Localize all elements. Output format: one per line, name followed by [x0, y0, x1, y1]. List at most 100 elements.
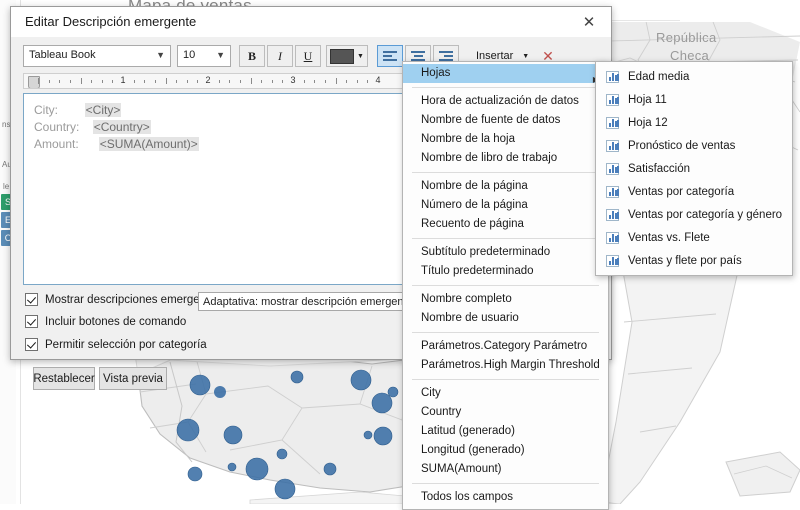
menu-separator	[412, 285, 599, 286]
underline-button[interactable]: U	[295, 45, 321, 67]
ruler-tick	[229, 80, 231, 83]
ruler-tick	[101, 80, 103, 83]
ruler-tick	[38, 78, 39, 84]
ruler-tick	[367, 80, 369, 83]
menu-item-nombre-de-la-hoja[interactable]: Nombre de la hoja	[403, 130, 608, 149]
font-size-value: 10	[183, 49, 196, 61]
menu-item-par-metros-category-par-metro[interactable]: Parámetros.Category Parámetro	[403, 337, 608, 356]
menu-item-label: SUMA(Amount)	[421, 463, 502, 475]
menu-item-t-tulo-predeterminado[interactable]: Título predeterminado	[403, 262, 608, 281]
ruler-number: 3	[290, 75, 296, 85]
tooltip-field-token[interactable]: <Country>	[92, 120, 151, 134]
sheet-item-hoja-11[interactable]: Hoja 11	[596, 88, 792, 111]
ruler-tick	[250, 78, 252, 84]
menu-item-label: Country	[421, 406, 462, 418]
bar-chart-icon	[606, 254, 619, 267]
ruler-tick	[133, 80, 135, 83]
tooltip-line-gap	[79, 137, 99, 151]
menu-item-nombre-completo[interactable]: Nombre completo	[403, 290, 608, 309]
insert-dropdown-menu[interactable]: Hojas▶ Hora de actualización de datos Nomb…	[402, 61, 609, 510]
menu-item-n-mero-de-la-p-gina[interactable]: Número de la página	[403, 196, 608, 215]
menu-item-subt-tulo-predeterminado[interactable]: Subtítulo predeterminado	[403, 243, 608, 262]
menu-item-label: Nombre de libro de trabajo	[421, 152, 558, 164]
menu-item-hojas[interactable]: Hojas▶	[403, 64, 608, 84]
menu-item-label: Recuento de página	[421, 218, 524, 230]
tooltip-field-token[interactable]: <SUMA(Amount)>	[98, 137, 199, 151]
menu-separator	[412, 238, 599, 239]
font-family-select[interactable]: Tableau Book ▼	[23, 45, 171, 67]
sheet-item-pron-stico-de-ventas[interactable]: Pronóstico de ventas	[596, 134, 792, 157]
allow-category-selection-checkbox[interactable]: Permitir selección por categoría	[25, 338, 207, 351]
sheet-item-ventas-vs-flete[interactable]: Ventas vs. Flete	[596, 226, 792, 249]
dialog-titlebar: Editar Descripción emergente ✕	[11, 7, 611, 38]
sheet-item-label: Hoja 12	[628, 116, 668, 129]
menu-separator	[412, 379, 599, 380]
font-size-select[interactable]: 10 ▼	[177, 45, 231, 67]
ruler-tick	[91, 80, 93, 83]
preview-button[interactable]: Vista previa	[99, 367, 167, 390]
include-command-buttons-checkbox[interactable]: Incluir botones de comando	[25, 315, 186, 328]
menu-item-label: Nombre de la página	[421, 180, 528, 192]
sheet-item-ventas-por-categor-a[interactable]: Ventas por categoría	[596, 180, 792, 203]
ruler-number: 1	[120, 75, 126, 85]
allow-category-selection-label: Permitir selección por categoría	[45, 338, 207, 351]
ruler-tick	[59, 80, 61, 83]
menu-item-nombre-de-usuario[interactable]: Nombre de usuario	[403, 309, 608, 328]
reset-button[interactable]: Restablecer	[33, 367, 95, 390]
font-color-button[interactable]: ▼	[326, 45, 368, 67]
menu-separator	[412, 87, 599, 88]
align-center-icon	[411, 51, 425, 61]
menu-item-suma-amount[interactable]: SUMA(Amount)	[403, 460, 608, 479]
sheet-item-ventas-por-categor-a-y-g-nero[interactable]: Ventas por categoría y género	[596, 203, 792, 226]
menu-item-city[interactable]: City	[403, 384, 608, 403]
menu-item-country[interactable]: Country	[403, 403, 608, 422]
include-command-buttons-label: Incluir botones de comando	[45, 315, 187, 328]
ruler-tick	[176, 80, 178, 83]
tooltip-line-gap	[79, 120, 92, 134]
menu-item-latitud-generado[interactable]: Latitud (generado)	[403, 422, 608, 441]
menu-item-nombre-de-fuente-de-datos[interactable]: Nombre de fuente de datos	[403, 111, 608, 130]
align-left-button[interactable]	[377, 45, 403, 67]
ruler-tick	[314, 80, 316, 83]
map-label-czechia: República	[656, 30, 717, 45]
tooltip-line-label: Amount:	[34, 137, 79, 151]
sheet-item-hoja-12[interactable]: Hoja 12	[596, 111, 792, 134]
tooltip-mode-value: Adaptativa: mostrar descripción emergent…	[203, 296, 411, 308]
menu-item-label: Subtítulo predeterminado	[421, 246, 551, 258]
show-tooltips-checkbox[interactable]: Mostrar descripciones emergentes	[25, 293, 221, 306]
sheet-item-edad-media[interactable]: Edad media	[596, 65, 792, 88]
menu-item-todos-los-campos[interactable]: Todos los campos	[403, 488, 608, 507]
menu-item-label: Nombre completo	[421, 293, 512, 305]
sheet-item-satisfacci-n[interactable]: Satisfacción	[596, 157, 792, 180]
menu-item-par-metros-high-margin-threshold[interactable]: Parámetros.High Margin Threshold	[403, 356, 608, 375]
menu-separator	[412, 483, 599, 484]
italic-button[interactable]: I	[267, 45, 293, 67]
menu-item-label: Nombre de fuente de datos	[421, 114, 561, 126]
sheet-item-ventas-y-flete-por-pa-s[interactable]: Ventas y flete por país	[596, 249, 792, 272]
ruler-tick	[303, 80, 305, 83]
menu-item-label: Parámetros.High Margin Threshold	[421, 359, 600, 371]
ruler-tick	[48, 80, 50, 83]
ruler-tick	[165, 78, 167, 84]
sheet-item-label: Ventas por categoría	[628, 185, 735, 198]
menu-item-hora-de-actualizaci-n-de-datos[interactable]: Hora de actualización de datos	[403, 92, 608, 111]
sheet-item-label: Ventas vs. Flete	[628, 231, 710, 244]
menu-item-longitud-generado[interactable]: Longitud (generado)	[403, 441, 608, 460]
sheets-submenu[interactable]: Edad media Hoja 11 Hoja 12 Pronóstico de ve…	[595, 61, 793, 276]
tooltip-field-token[interactable]: <City>	[84, 103, 122, 117]
sheet-item-label: Edad media	[628, 70, 690, 83]
bold-button[interactable]: B	[239, 45, 265, 67]
ruler-tick	[69, 80, 71, 83]
menu-item-label: Título predeterminado	[421, 265, 534, 277]
menu-item-nombre-de-libro-de-trabajo[interactable]: Nombre de libro de trabajo	[403, 149, 608, 168]
close-icon[interactable]: ✕	[569, 9, 609, 35]
ruler-tick	[239, 80, 241, 83]
tooltip-line-gap	[58, 103, 85, 117]
menu-item-nombre-de-la-p-gina[interactable]: Nombre de la página	[403, 177, 608, 196]
bar-chart-icon	[606, 231, 619, 244]
rail-text-item: le	[3, 182, 10, 191]
menu-item-recuento-de-p-gina[interactable]: Recuento de página	[403, 215, 608, 234]
sheet-item-label: Ventas y flete por país	[628, 254, 742, 267]
menu-item-label: Nombre de usuario	[421, 312, 519, 324]
tooltip-mode-select[interactable]: Adaptativa: mostrar descripción emergent…	[198, 292, 411, 311]
